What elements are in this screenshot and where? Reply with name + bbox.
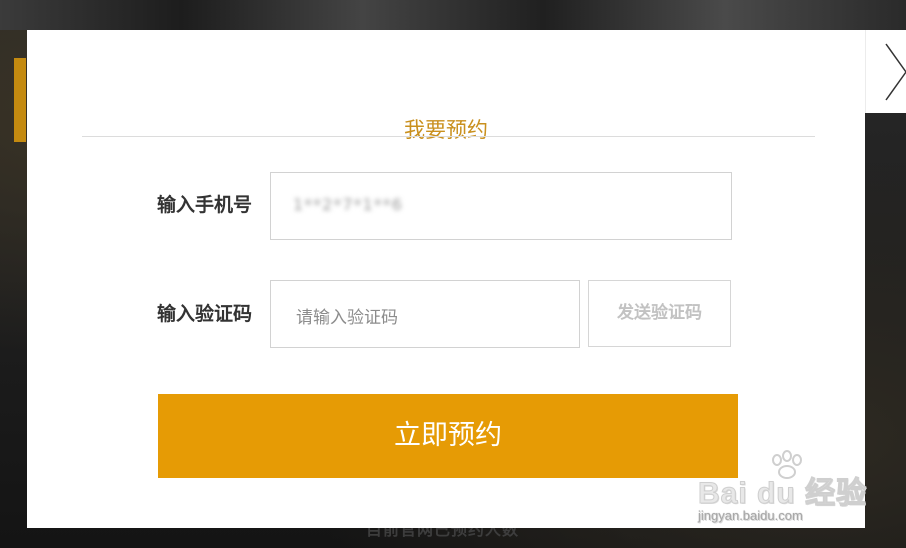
- dialog-title: 我要预约: [404, 118, 488, 142]
- code-label: 输入验证码: [157, 303, 253, 325]
- watermark-url: jingyan.baidu.com: [698, 508, 803, 523]
- phone-input-value: 1**2*7*1**6: [293, 195, 403, 214]
- title-divider: [82, 136, 815, 137]
- phone-input[interactable]: 1**2*7*1**6: [270, 172, 732, 240]
- close-button[interactable]: [865, 30, 906, 113]
- reserve-now-button[interactable]: 立即预约: [158, 394, 738, 478]
- chevron-right-icon: [885, 43, 906, 101]
- background-accent: [14, 58, 26, 142]
- phone-label: 输入手机号: [157, 194, 253, 216]
- send-code-button[interactable]: 发送验证码: [588, 280, 731, 347]
- background-banner: [0, 0, 906, 30]
- verification-code-placeholder: 请输入验证码: [296, 308, 398, 328]
- baidu-jingyan-watermark: Bai du 经验 jingyan.baidu.com: [697, 450, 868, 530]
- verification-code-input[interactable]: 请输入验证码: [270, 280, 580, 348]
- watermark-brand: Bai du 经验: [697, 477, 868, 511]
